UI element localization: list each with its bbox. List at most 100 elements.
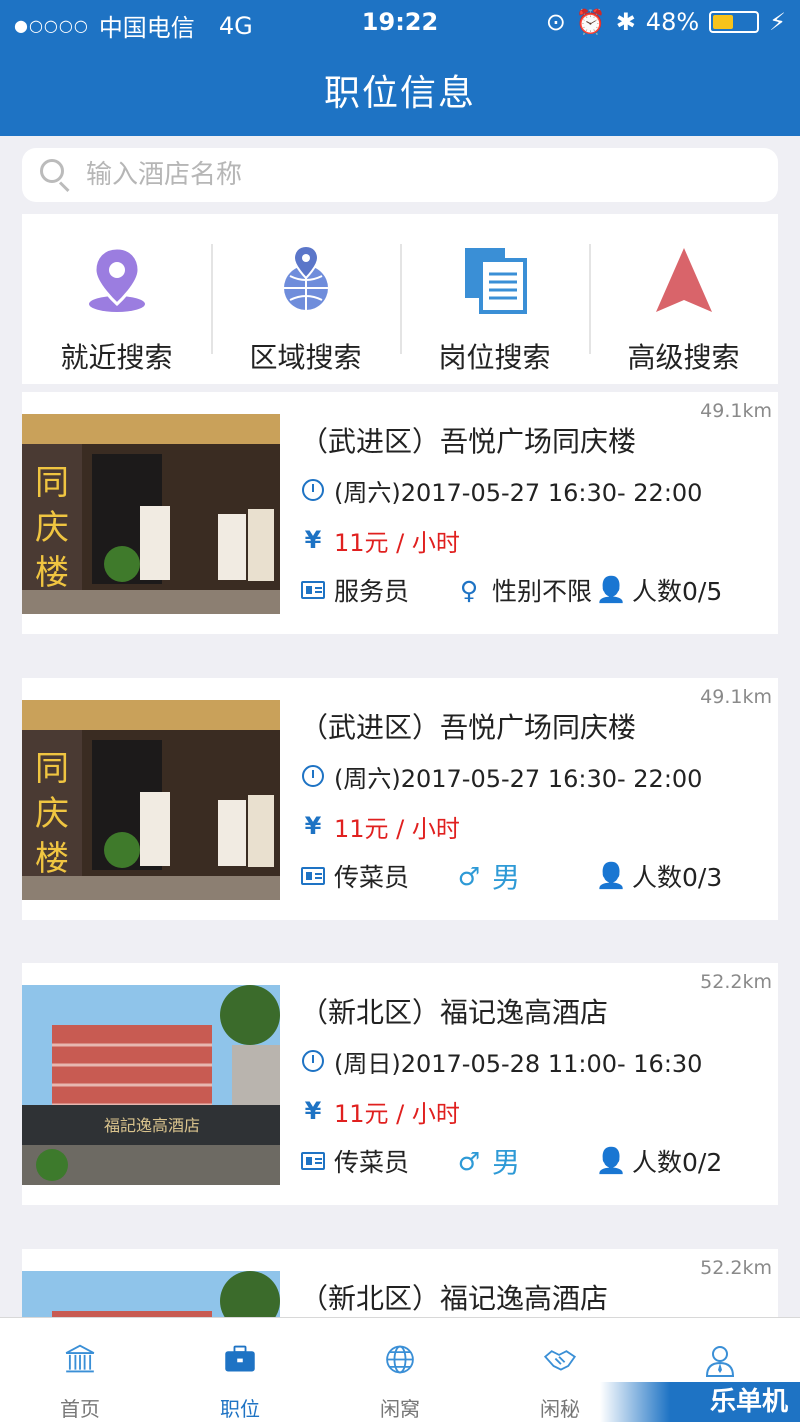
search-bar[interactable] xyxy=(22,148,778,202)
distance-label: 49.1km xyxy=(700,686,772,708)
tab-home[interactable]: 首页 xyxy=(0,1318,160,1422)
job-position: 传菜员 xyxy=(334,1148,410,1177)
briefcase-icon xyxy=(225,1345,255,1372)
job-wage-text: 11元 / 小时 xyxy=(334,528,460,557)
job-title: （武进区）吾悦广场同庆楼 xyxy=(300,711,637,744)
male-icon: ♂ xyxy=(457,861,481,891)
job-title: （武进区）吾悦广场同庆楼 xyxy=(300,425,637,458)
job-wage-text: 11元 / 小时 xyxy=(334,1099,460,1128)
menu-position-search[interactable]: 岗位搜索 xyxy=(400,214,589,384)
menu-label: 就近搜索 xyxy=(60,341,173,374)
svg-text:福記逸高酒店: 福記逸高酒店 xyxy=(104,1116,200,1135)
clock-icon xyxy=(300,763,326,789)
user-icon xyxy=(705,1346,735,1377)
job-card[interactable]: 52.2km （新北区）福记逸高酒店 xyxy=(22,1249,778,1319)
job-headcount: 👤 人数0/2 xyxy=(595,1143,722,1179)
clock-icon xyxy=(300,477,326,503)
bluetooth-icon: ✱ xyxy=(615,8,636,36)
app-header: ●○○○○ 中国电信 4G 19:22 ⊙ ⏰ ✱ 48% ⚡ 职位信息 xyxy=(0,0,800,136)
job-gender-text: 男 xyxy=(492,1146,521,1179)
alarm-icon: ⏰ xyxy=(575,8,606,36)
job-time: (周六)2017-05-27 16:30- 22:00 xyxy=(300,756,768,796)
job-image-hotel xyxy=(22,1271,280,1319)
job-gender: ♂ 男 xyxy=(456,1141,598,1181)
tab-label: 职位 xyxy=(220,1397,260,1421)
location-pin-icon xyxy=(88,246,145,312)
job-time-text: (周六)2017-05-27 16:30- 22:00 xyxy=(334,764,703,793)
job-time-text: (周日)2017-05-28 11:00- 16:30 xyxy=(334,1049,703,1078)
person-icon: 👤 xyxy=(595,575,627,604)
svg-text:同: 同 xyxy=(35,463,69,503)
yen-icon: ¥ xyxy=(304,526,322,554)
menu-area-search[interactable]: 区域搜索 xyxy=(211,214,400,384)
quick-search-menu: 就近搜索 区域搜索 岗位搜索 高级搜索 xyxy=(22,214,778,384)
job-headcount-text: 人数0/5 xyxy=(632,577,723,606)
job-gender-text: 性别不限 xyxy=(492,577,593,606)
person-icon: 👤 xyxy=(595,1146,627,1175)
job-title: （新北区）福记逸高酒店 xyxy=(300,996,609,1029)
menu-label: 高级搜索 xyxy=(627,341,740,374)
job-position: 服务员 xyxy=(334,577,410,606)
tab-nest[interactable]: 闲窝 xyxy=(320,1318,480,1422)
job-card[interactable]: 52.2km 福記逸高酒店 （新北区）福记逸高酒店 (周日)2017-05-28… xyxy=(22,963,778,1205)
yen-icon: ¥ xyxy=(304,1097,322,1125)
job-wage: ¥ 11元 / 小时 xyxy=(300,520,768,560)
id-card-icon xyxy=(300,863,326,889)
job-meta: 传菜员 ♂ 男 👤 人数0/2 xyxy=(300,1141,768,1181)
job-image-restaurant: 同 庆 楼 xyxy=(22,414,280,614)
male-icon: ♂ xyxy=(457,1146,481,1176)
job-wage: ¥ 11元 / 小时 xyxy=(300,806,768,846)
watermark-logo: 乐单机 xyxy=(600,1382,800,1422)
charging-icon: ⚡ xyxy=(769,8,786,36)
tab-label: 闲窝 xyxy=(380,1397,420,1421)
job-gender: ♂ 男 xyxy=(456,856,598,896)
job-time: (周日)2017-05-28 11:00- 16:30 xyxy=(300,1041,768,1081)
rotation-lock-icon: ⊙ xyxy=(545,8,566,36)
svg-text:楼: 楼 xyxy=(35,553,69,593)
yen-icon: ¥ xyxy=(304,812,322,840)
job-image-hotel: 福記逸高酒店 xyxy=(22,985,280,1185)
job-time: (周六)2017-05-27 16:30- 22:00 xyxy=(300,470,768,510)
search-input[interactable] xyxy=(86,160,746,190)
tab-label: 闲秘 xyxy=(540,1397,580,1421)
tab-jobs[interactable]: 职位 xyxy=(160,1318,320,1422)
distance-label: 52.2km xyxy=(700,1257,772,1279)
id-card-icon xyxy=(300,1148,326,1174)
distance-label: 52.2km xyxy=(700,971,772,993)
job-position: 传菜员 xyxy=(334,863,410,892)
job-card[interactable]: 49.1km 同 庆 楼 （武进区）吾悦广场同庆楼 (周六)2017-05-27… xyxy=(22,392,778,634)
menu-advanced-search[interactable]: 高级搜索 xyxy=(589,214,778,384)
menu-label: 岗位搜索 xyxy=(438,341,551,374)
job-title: （新北区）福记逸高酒店 xyxy=(300,1282,609,1315)
job-headcount-text: 人数0/3 xyxy=(632,863,723,892)
job-image-restaurant: 同 庆 楼 xyxy=(22,700,280,900)
globe-icon xyxy=(386,1345,414,1374)
menu-nearby-search[interactable]: 就近搜索 xyxy=(22,214,211,384)
globe-pin-icon xyxy=(283,244,328,310)
battery-percent: 48% xyxy=(645,8,700,36)
job-meta: 服务员 ♀ 性别不限 👤 人数0/5 xyxy=(300,570,768,610)
person-icon: 👤 xyxy=(595,861,627,890)
job-card[interactable]: 49.1km 同 庆 楼 （武进区）吾悦广场同庆楼 (周六)2017-05-27… xyxy=(22,678,778,920)
page-title: 职位信息 xyxy=(323,73,476,114)
documents-icon xyxy=(464,248,527,314)
job-time-text: (周六)2017-05-27 16:30- 22:00 xyxy=(334,478,703,507)
search-icon xyxy=(38,157,74,193)
job-wage: ¥ 11元 / 小时 xyxy=(300,1091,768,1131)
battery-icon xyxy=(709,11,760,33)
job-headcount: 👤 人数0/3 xyxy=(595,858,723,894)
distance-label: 49.1km xyxy=(700,400,772,422)
bank-icon xyxy=(65,1344,95,1373)
id-card-icon xyxy=(300,577,326,603)
clock-icon xyxy=(300,1048,326,1074)
arrow-up-icon xyxy=(655,248,712,312)
job-headcount: 👤 人数0/5 xyxy=(595,572,723,608)
svg-text:同: 同 xyxy=(35,749,69,789)
svg-text:庆: 庆 xyxy=(35,508,69,548)
handshake-icon xyxy=(543,1350,577,1371)
job-gender: ♀ 性别不限 xyxy=(456,572,598,608)
svg-text:庆: 庆 xyxy=(35,794,69,834)
job-gender-text: 男 xyxy=(492,861,521,894)
menu-label: 区域搜索 xyxy=(249,341,362,374)
svg-text:楼: 楼 xyxy=(35,839,69,879)
